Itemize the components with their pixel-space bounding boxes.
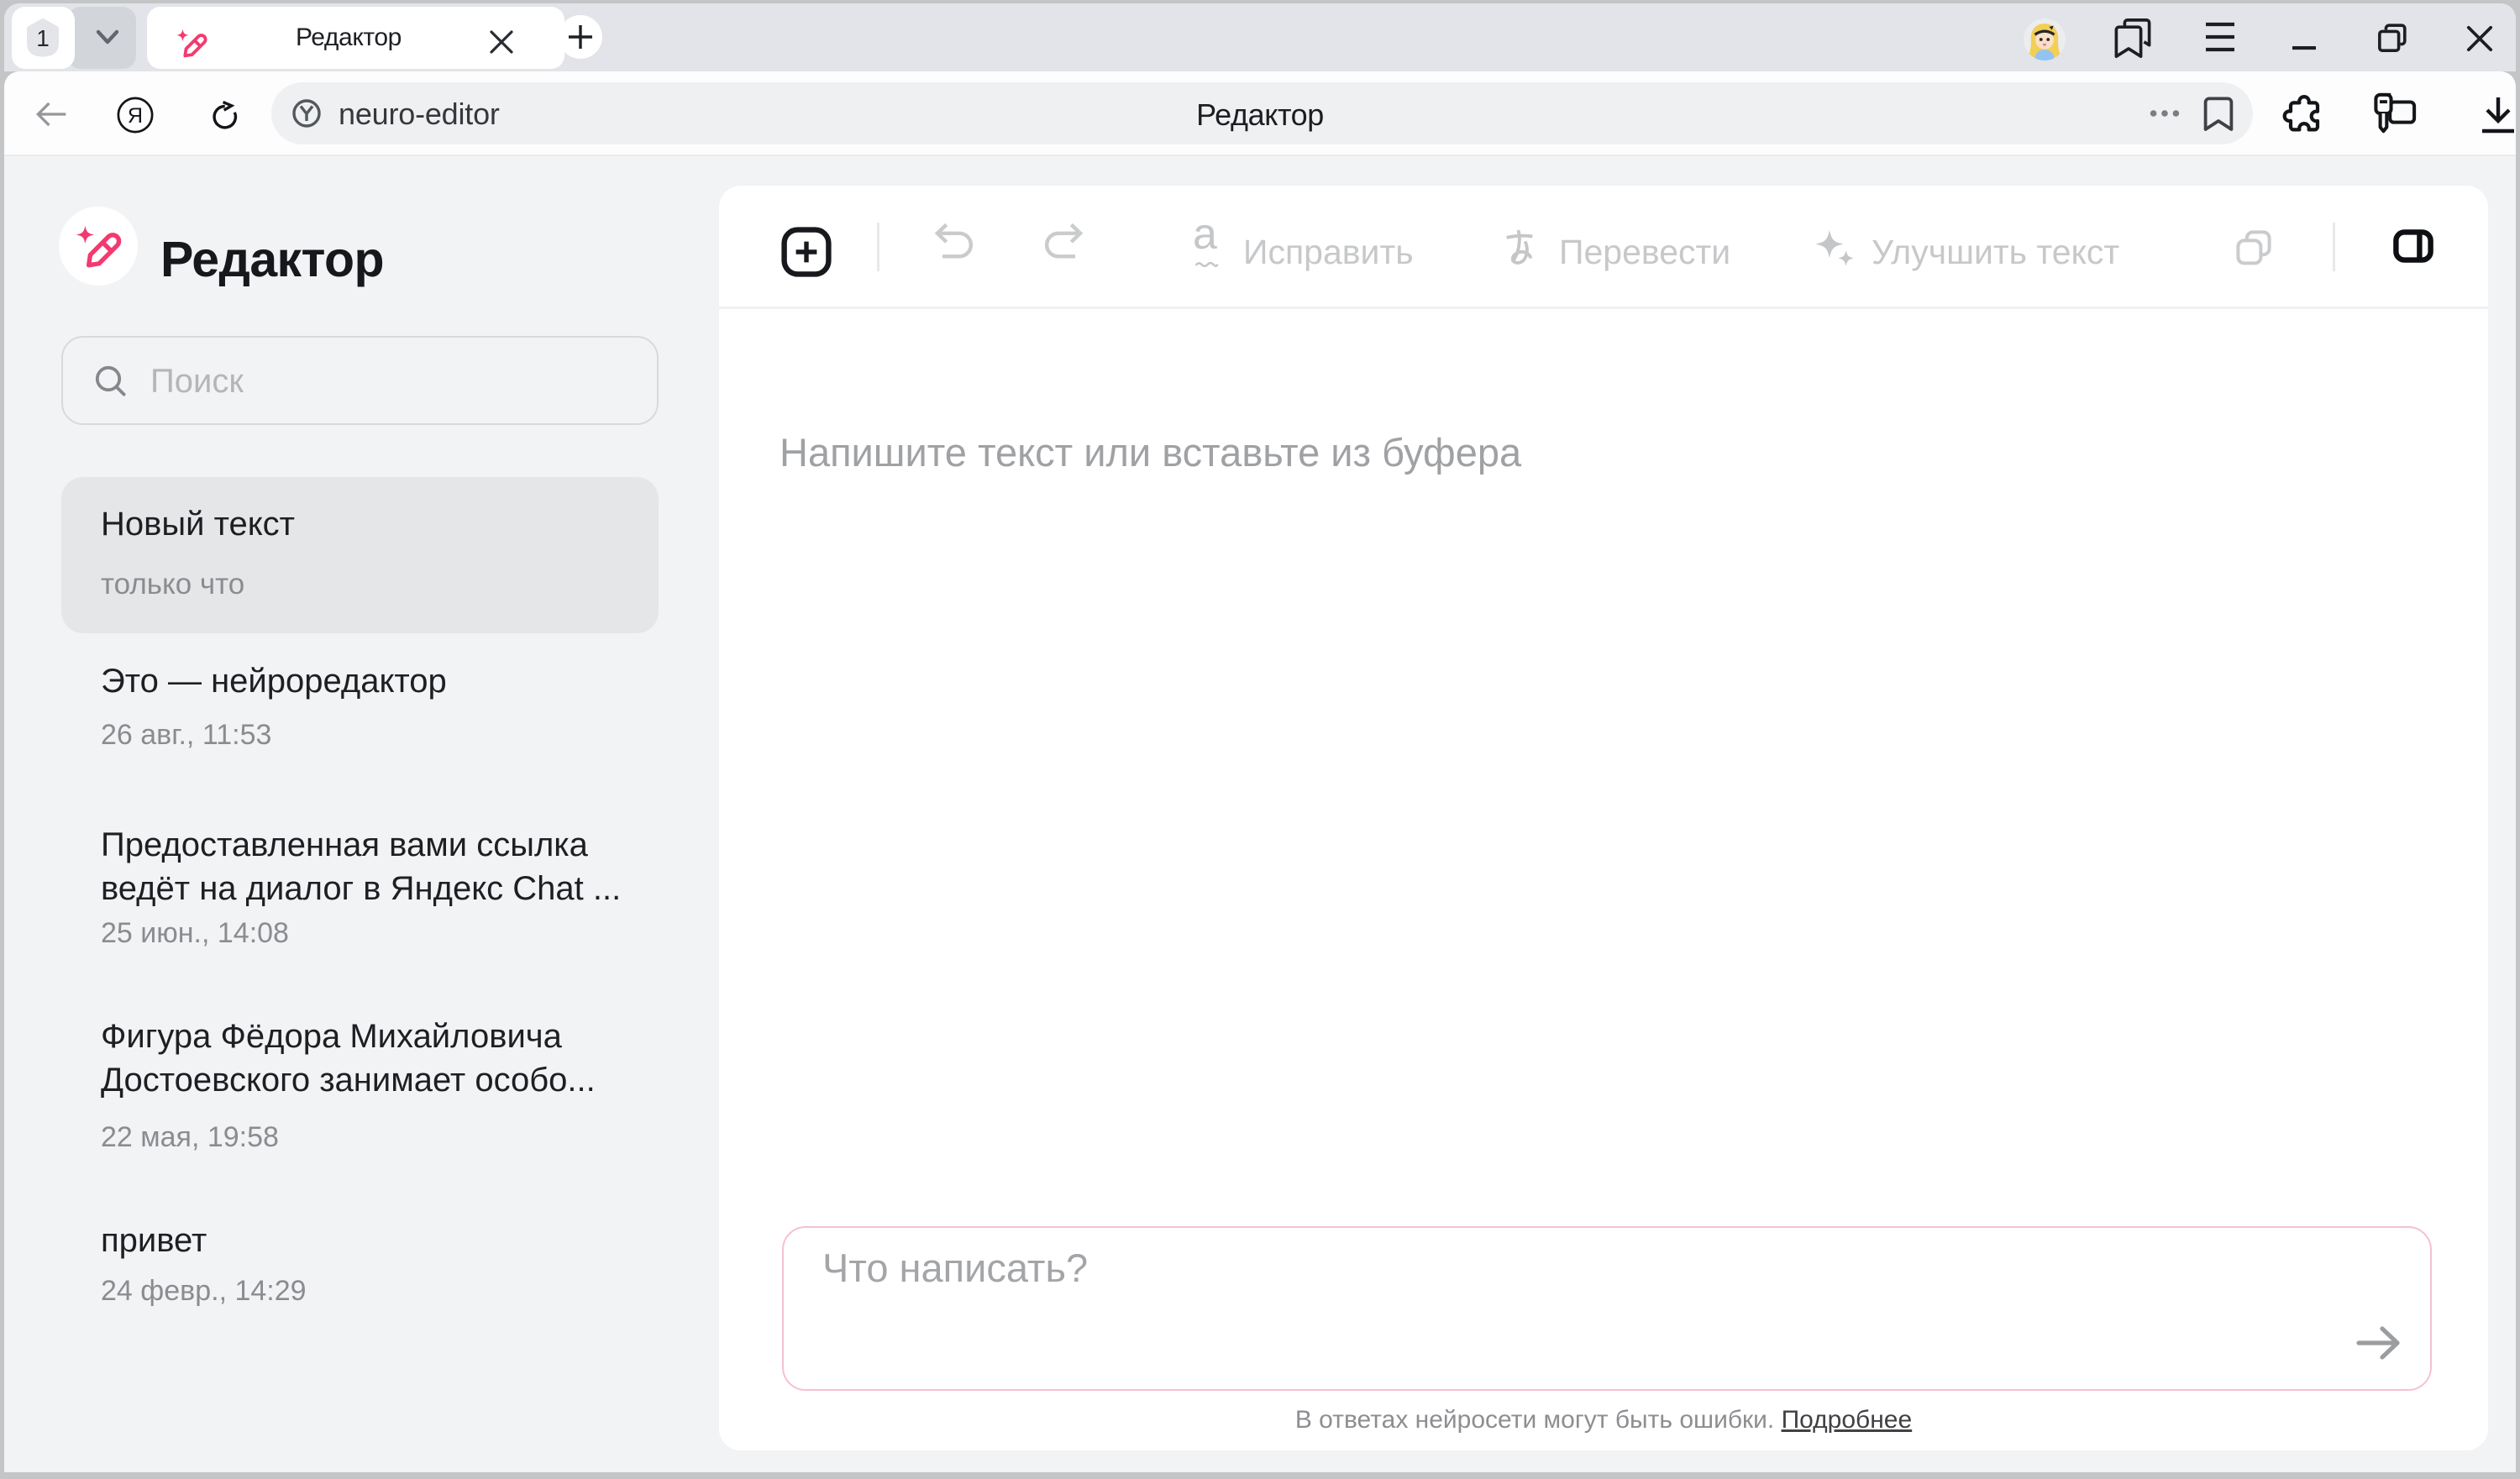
svg-text:1: 1 bbox=[36, 25, 50, 51]
svg-text:Я: Я bbox=[128, 104, 143, 128]
